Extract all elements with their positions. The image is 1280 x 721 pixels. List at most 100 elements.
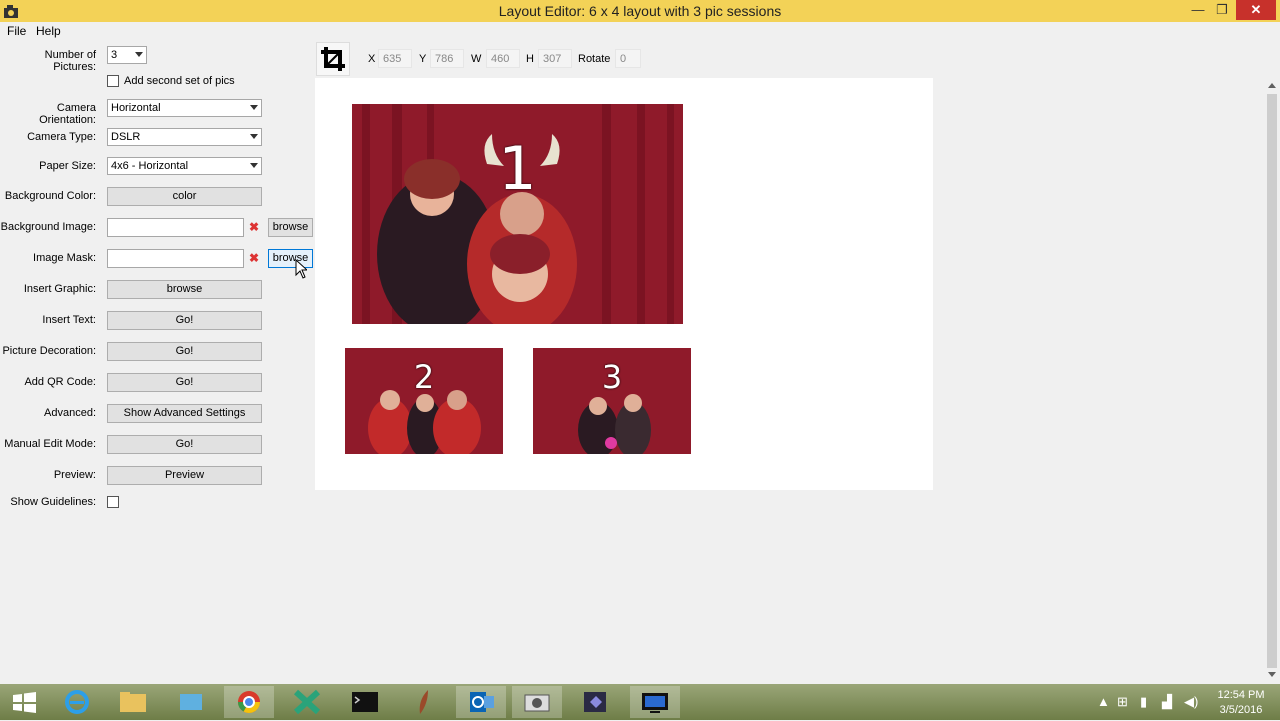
background-image-browse-button[interactable]: browse: [268, 218, 313, 237]
chevron-down-icon: [250, 134, 258, 139]
photo-number: 2: [413, 358, 435, 396]
tray-windows-icon[interactable]: ⊞: [1117, 694, 1128, 710]
menu-bar: File Help: [0, 22, 1280, 40]
manual-edit-button[interactable]: Go!: [107, 435, 262, 454]
background-image-field[interactable]: [107, 218, 244, 237]
insert-text-label: Insert Text:: [42, 314, 96, 326]
taskbar-chrome[interactable]: [224, 686, 274, 718]
y-field[interactable]: 786: [430, 49, 464, 68]
show-guidelines-label: Show Guidelines:: [10, 496, 96, 508]
scroll-down-icon[interactable]: [1268, 672, 1276, 677]
add-qr-code-button[interactable]: Go!: [107, 373, 262, 392]
rotate-label: Rotate: [578, 53, 611, 65]
photo-slot-1[interactable]: 1: [352, 104, 683, 324]
show-advanced-settings-button[interactable]: Show Advanced Settings: [107, 404, 262, 423]
h-field[interactable]: 307: [538, 49, 572, 68]
camera-type-select[interactable]: DSLR: [107, 128, 262, 146]
x-label: X: [368, 53, 376, 65]
mouse-cursor-icon: [295, 259, 307, 279]
taskbar: [0, 684, 1280, 720]
monitor-icon: [642, 693, 668, 713]
menu-help[interactable]: Help: [36, 24, 61, 38]
insert-text-button[interactable]: Go!: [107, 311, 262, 330]
picture-decoration-label: Picture Decoration:: [2, 345, 96, 357]
title-bar: Layout Editor: 6 x 4 layout with 3 pic s…: [0, 0, 1280, 22]
tray-battery-icon[interactable]: ▮: [1140, 694, 1147, 710]
paper-size-label: Paper Size:: [39, 160, 96, 172]
camera-type-value: DSLR: [111, 131, 141, 143]
num-pictures-label: Number of Pictures:: [44, 49, 96, 73]
layout-canvas: 1 2 3: [315, 78, 933, 490]
y-label: Y: [419, 53, 427, 65]
internet-explorer-icon: [65, 690, 89, 714]
outlook-icon: [470, 692, 494, 712]
preview-button[interactable]: Preview: [107, 466, 262, 485]
chevron-down-icon: [250, 163, 258, 168]
windows-icon: [13, 692, 36, 713]
advanced-label: Advanced:: [44, 407, 96, 419]
background-image-label: Background Image:: [0, 221, 96, 233]
taskbar-app-x[interactable]: [282, 686, 332, 718]
taskbar-files[interactable]: [166, 686, 216, 718]
w-field[interactable]: 460: [486, 49, 520, 68]
paper-size-value: 4x6 - Horizontal: [111, 160, 189, 172]
num-pictures-select[interactable]: 3: [107, 46, 147, 64]
background-color-button[interactable]: color: [107, 187, 262, 206]
taskbar-file-explorer[interactable]: [108, 686, 158, 718]
taskbar-outlook[interactable]: [456, 686, 506, 718]
clear-icon[interactable]: ✖: [247, 220, 261, 234]
crop-tool-button[interactable]: [316, 42, 350, 76]
second-set-checkbox[interactable]: [107, 75, 119, 87]
photo-slot-2[interactable]: 2: [345, 348, 503, 454]
taskbar-clock[interactable]: 12:54 PM 3/5/2016: [1210, 688, 1272, 718]
tray-chevron-up-icon[interactable]: ▲: [1097, 694, 1110, 709]
rotate-field[interactable]: 0: [615, 49, 641, 68]
preview-label: Preview:: [53, 469, 96, 481]
insert-graphic-label: Insert Graphic:: [23, 283, 96, 295]
background-color-label: Background Color:: [4, 190, 96, 202]
terminal-icon: [352, 692, 378, 712]
chevron-down-icon: [135, 52, 143, 57]
tray-volume-icon[interactable]: ◀): [1184, 694, 1198, 710]
taskbar-quill[interactable]: [398, 686, 448, 718]
scroll-up-icon[interactable]: [1268, 83, 1276, 88]
taskbar-visual-studio[interactable]: [570, 686, 620, 718]
quill-icon: [419, 690, 428, 714]
insert-graphic-button[interactable]: browse: [107, 280, 262, 299]
camera-icon: [524, 694, 550, 712]
add-qr-code-label: Add QR Code:: [24, 376, 96, 388]
camera-orientation-select[interactable]: Horizontal: [107, 99, 262, 117]
taskbar-cmd[interactable]: [340, 686, 390, 718]
window-title: Layout Editor: 6 x 4 layout with 3 pic s…: [498, 3, 782, 19]
camera-orientation-value: Horizontal: [111, 102, 161, 114]
picture-decoration-button[interactable]: Go!: [107, 342, 262, 361]
clear-icon[interactable]: ✖: [247, 251, 261, 265]
photo-slot-3[interactable]: 3: [533, 348, 691, 454]
x-field[interactable]: 635: [378, 49, 412, 68]
taskbar-camera-app[interactable]: [512, 686, 562, 718]
w-label: W: [471, 53, 482, 65]
files-icon: [180, 694, 202, 710]
second-set-label: Add second set of pics: [124, 75, 235, 87]
maximize-button[interactable]: ❐: [1208, 0, 1236, 20]
num-pictures-value: 3: [111, 49, 118, 61]
scroll-thumb[interactable]: [1267, 94, 1277, 668]
camera-type-label: Camera Type:: [27, 131, 96, 143]
clock-date: 3/5/2016: [1219, 704, 1263, 716]
taskbar-remote-desktop[interactable]: [630, 686, 680, 718]
image-mask-field[interactable]: [107, 249, 244, 268]
chrome-icon: [238, 691, 260, 713]
taskbar-ie[interactable]: [52, 686, 102, 718]
camera-orientation-label: Camera Orientation:: [39, 102, 96, 126]
close-button[interactable]: ✕: [1236, 0, 1276, 20]
start-button[interactable]: [0, 686, 50, 718]
show-guidelines-checkbox[interactable]: [107, 496, 119, 508]
photo-number: 1: [498, 134, 537, 204]
crop-icon: [321, 47, 345, 71]
menu-file[interactable]: File: [7, 24, 26, 38]
h-label: H: [526, 53, 534, 65]
folder-icon: [120, 692, 146, 712]
tray-network-icon[interactable]: ▟: [1162, 694, 1172, 710]
vertical-scrollbar[interactable]: [1264, 78, 1280, 684]
paper-size-select[interactable]: 4x6 - Horizontal: [107, 157, 262, 175]
